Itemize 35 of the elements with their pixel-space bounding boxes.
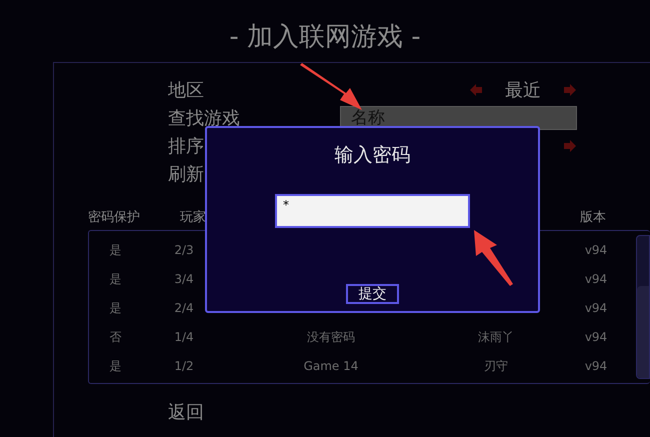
table-cell: 是 [110,242,122,256]
column-header: 密码保护 [88,210,140,225]
table-cell: 刃守 [484,358,508,372]
right-arrow-icon[interactable] [563,83,577,97]
table-cell: v94 [584,330,608,344]
table-cell: 1/4 [174,330,194,344]
table-cell: Game 14 [304,359,358,373]
table-cell: 否 [110,330,122,344]
right-arrow-icon[interactable] [563,139,577,153]
table-cell: v94 [584,272,608,286]
column-header: 版本 [580,210,606,225]
scrollbar[interactable] [636,235,650,379]
back-link[interactable]: 返回 [168,400,204,424]
password-field[interactable]: * [275,194,470,228]
table-cell: v94 [584,243,608,257]
setting-label: 地区 [168,79,205,102]
table-cell: 没有密码 [307,330,355,344]
setting-label: 排序 [168,135,205,158]
table-cell: 是 [110,300,122,314]
table-cell: 2/3 [174,243,194,257]
table-cell: v94 [584,359,608,373]
submit-button[interactable]: 提交 [346,284,399,304]
table-cell: 2/4 [174,301,194,315]
table-cell: v94 [584,301,608,315]
setting-label: 查找游戏 [168,107,241,130]
setting-value: 最近 [505,80,541,101]
table-cell: 1/2 [174,359,194,373]
table-cell: 是 [110,358,122,372]
dialog-title: 输入密码 [334,143,410,168]
left-arrow-icon[interactable] [469,83,483,97]
table-cell: 是 [110,272,122,286]
table-cell: 沫雨丫 [478,330,514,344]
column-header: 玩家 [180,210,206,225]
screen-title: - 加入联网游戏 - [229,21,421,54]
table-cell: 3/4 [174,272,194,286]
